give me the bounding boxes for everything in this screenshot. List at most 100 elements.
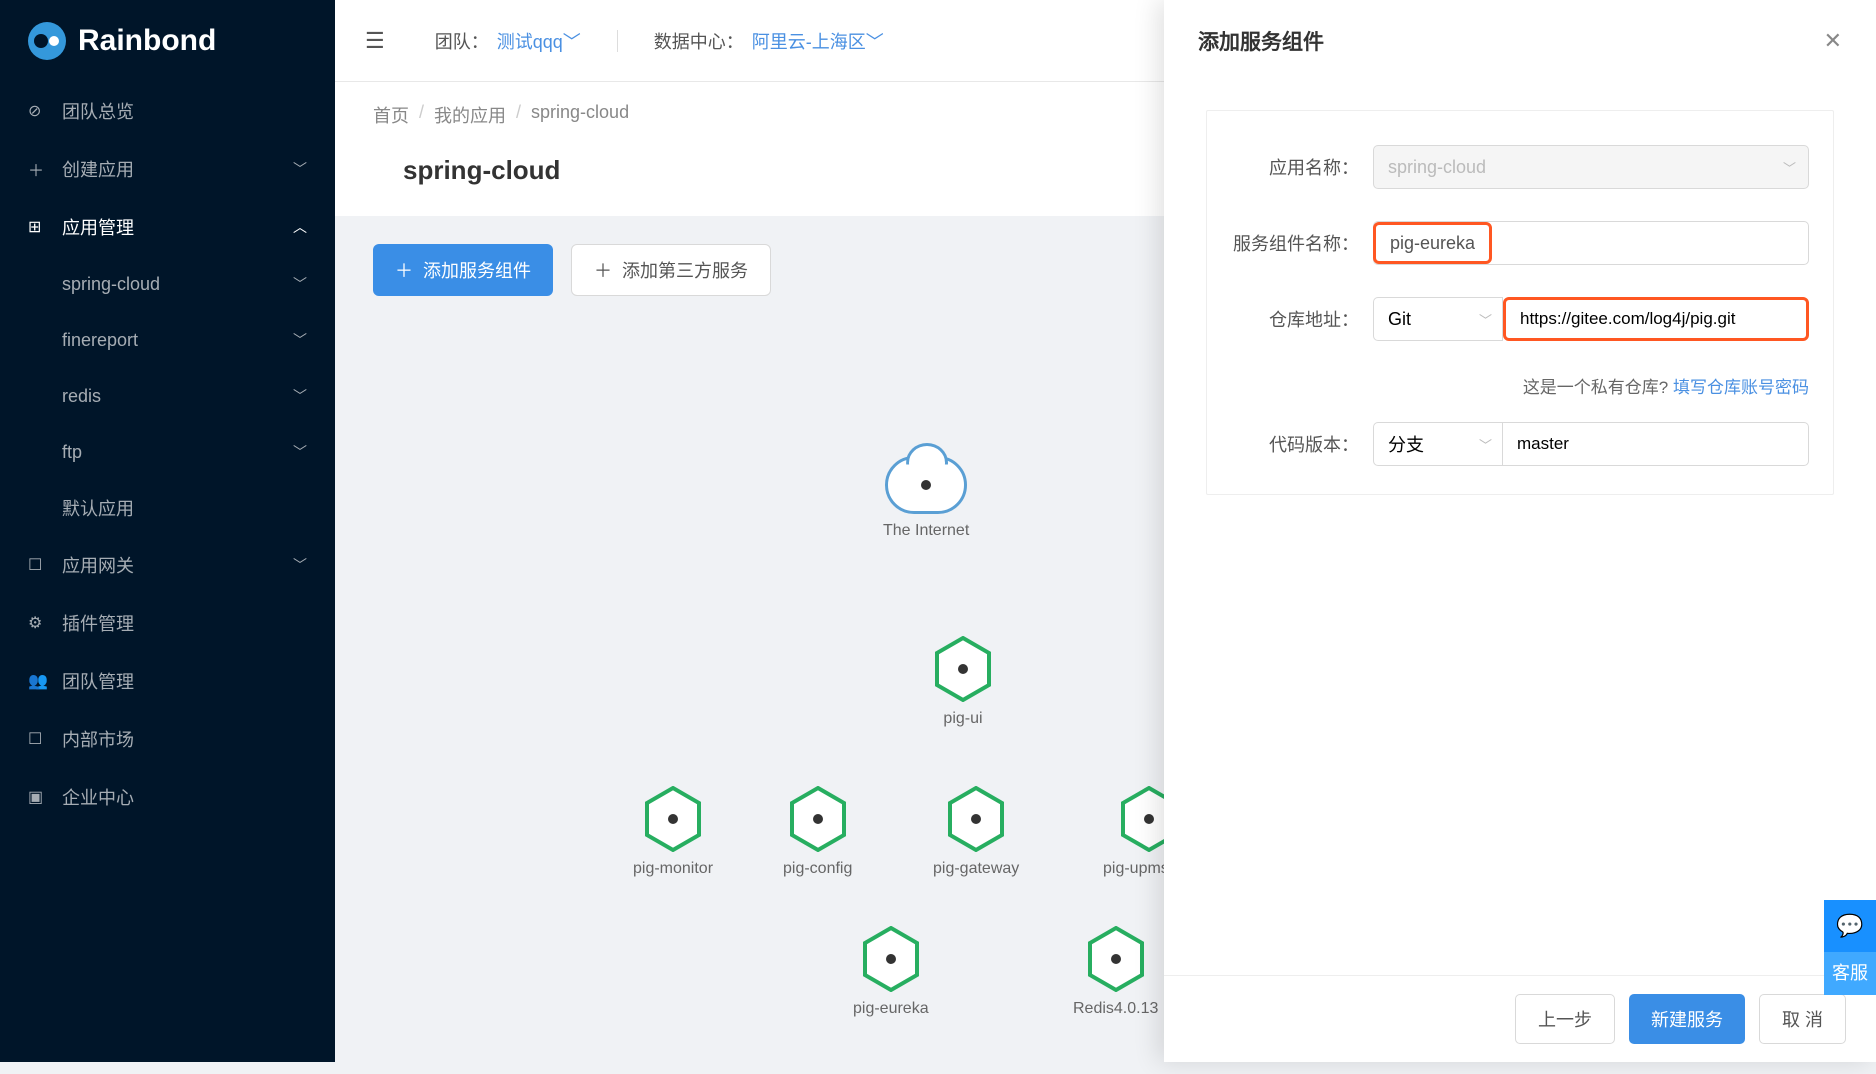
cancel-button[interactable]: 取 消 [1759, 994, 1846, 1044]
sidebar-item-team[interactable]: 👥 团队管理 [0, 652, 335, 710]
breadcrumb-sep: / [516, 102, 521, 128]
app-name-select[interactable]: spring-cloud ﹀ [1373, 145, 1809, 189]
dc-value: 阿里云-上海区﹀ [752, 28, 884, 54]
repo-url-input[interactable]: https://gitee.com/log4j/pig.git [1503, 297, 1809, 341]
plus-icon: ＋ [594, 257, 612, 283]
sidebar-item-gateway[interactable]: ☐ 应用网关 ﹀ [0, 536, 335, 594]
page-title: spring-cloud [403, 155, 560, 186]
chevron-down-icon: ﹀ [293, 274, 307, 294]
repo-label: 仓库地址： [1231, 306, 1359, 332]
support-widget: 💬 客服 [1824, 900, 1876, 995]
sidebar-item-label: 内部市场 [62, 726, 307, 752]
sidebar-item-label: 创建应用 [62, 156, 293, 182]
chevron-down-icon: ﹀ [293, 330, 307, 350]
hexagon-icon [788, 786, 848, 852]
node-label: pig-monitor [633, 860, 713, 878]
sidebar-item-create-app[interactable]: ＋ 创建应用 ﹀ [0, 140, 335, 198]
hexagon-icon [1086, 926, 1146, 992]
brand-logo[interactable]: Rainbond [0, 0, 335, 82]
node-label: pig-config [783, 860, 852, 878]
chevron-up-icon: ︿ [293, 217, 307, 237]
version-type-value: 分支 [1388, 431, 1424, 457]
private-repo-hint: 这是一个私有仓库? 填写仓库账号密码 [1231, 373, 1809, 398]
dc-label: 数据中心： [654, 28, 744, 54]
breadcrumb-current: spring-cloud [531, 102, 629, 128]
sidebar-item-overview[interactable]: ⊘ 团队总览 [0, 82, 335, 140]
market-icon: ☐ [28, 729, 48, 749]
sidebar-item-plugin[interactable]: ⚙ 插件管理 [0, 594, 335, 652]
chevron-down-icon: ﹀ [293, 159, 307, 179]
sidebar-item-label: 应用管理 [62, 214, 293, 240]
repo-type-select[interactable]: Git ﹀ [1373, 297, 1503, 341]
chevron-down-icon: ﹀ [1479, 310, 1492, 329]
app-name-label: 应用名称： [1231, 154, 1359, 180]
button-label: 添加第三方服务 [622, 257, 748, 283]
submenu-default[interactable]: 默认应用 [0, 480, 335, 536]
plus-icon: ＋ [28, 157, 48, 181]
create-button[interactable]: 新建服务 [1629, 994, 1745, 1044]
breadcrumb-home[interactable]: 首页 [373, 102, 409, 128]
version-type-select[interactable]: 分支 ﹀ [1373, 422, 1503, 466]
brand-text: Rainbond [78, 24, 216, 58]
button-label: 添加服务组件 [423, 257, 531, 283]
chevron-down-icon: ﹀ [1479, 435, 1492, 454]
support-label[interactable]: 客服 [1824, 952, 1876, 995]
version-value: master [1517, 434, 1569, 454]
node-internet[interactable]: The Internet [883, 456, 969, 540]
close-icon[interactable]: ✕ [1824, 28, 1842, 54]
submenu-redis[interactable]: redis ﹀ [0, 368, 335, 424]
chevron-down-icon: ﹀ [293, 386, 307, 406]
node-redis[interactable]: Redis4.0.13 [1073, 926, 1158, 1018]
cloud-icon [885, 456, 967, 514]
node-pig-config[interactable]: pig-config [783, 786, 852, 878]
service-name-input[interactable]: pig-eureka [1373, 221, 1809, 265]
apps-icon: ⊞ [28, 217, 48, 237]
node-pig-gateway[interactable]: pig-gateway [933, 786, 1019, 878]
node-label: pig-eureka [853, 1000, 929, 1018]
sidebar-item-label: 团队管理 [62, 668, 307, 694]
sidebar-item-app-manage[interactable]: ⊞ 应用管理 ︿ [0, 198, 335, 256]
dashboard-icon: ⊘ [28, 101, 48, 121]
sidebar-item-market[interactable]: ☐ 内部市场 [0, 710, 335, 768]
version-input[interactable]: master [1503, 422, 1809, 466]
submenu-ftp[interactable]: ftp ﹀ [0, 424, 335, 480]
team-icon: 👥 [28, 671, 48, 691]
breadcrumb-apps[interactable]: 我的应用 [434, 102, 506, 128]
sidebar-item-label: 应用网关 [62, 552, 293, 578]
node-label: Redis4.0.13 [1073, 1000, 1158, 1018]
plus-icon: ＋ [395, 257, 413, 283]
prev-button[interactable]: 上一步 [1515, 994, 1615, 1044]
collapse-sidebar-button[interactable]: ☰ [365, 28, 385, 54]
submenu-label: 默认应用 [62, 495, 134, 521]
submenu-label: spring-cloud [62, 274, 160, 295]
hexagon-icon [946, 786, 1006, 852]
brand-icon [28, 22, 66, 60]
submenu-label: finereport [62, 330, 138, 351]
chat-icon: 💬 [1836, 913, 1863, 939]
team-value: 测试qqq﹀ [497, 28, 581, 54]
add-service-button[interactable]: ＋ 添加服务组件 [373, 244, 553, 296]
chat-button[interactable]: 💬 [1824, 900, 1876, 952]
submenu-spring-cloud[interactable]: spring-cloud ﹀ [0, 256, 335, 312]
chevron-down-icon: ﹀ [293, 442, 307, 462]
sidebar-item-label: 企业中心 [62, 784, 307, 810]
datacenter-selector[interactable]: 数据中心： 阿里云-上海区﹀ [654, 28, 884, 54]
repo-url-value: https://gitee.com/log4j/pig.git [1520, 309, 1735, 329]
chevron-down-icon: ﹀ [1783, 158, 1796, 177]
credentials-link[interactable]: 填写仓库账号密码 [1673, 378, 1809, 397]
sidebar-item-label: 团队总览 [62, 98, 307, 124]
chevron-down-icon: ﹀ [293, 555, 307, 575]
sidebar-item-label: 插件管理 [62, 610, 307, 636]
node-pig-monitor[interactable]: pig-monitor [633, 786, 713, 878]
add-thirdparty-button[interactable]: ＋ 添加第三方服务 [571, 244, 771, 296]
enterprise-icon: ▣ [28, 787, 48, 807]
node-label: pig-gateway [933, 860, 1019, 878]
team-label: 团队： [435, 28, 489, 54]
submenu-finereport[interactable]: finereport ﹀ [0, 312, 335, 368]
node-pig-eureka[interactable]: pig-eureka [853, 926, 929, 1018]
hexagon-icon [933, 636, 993, 702]
repo-type-value: Git [1388, 309, 1411, 330]
node-pig-ui[interactable]: pig-ui [933, 636, 993, 728]
team-selector[interactable]: 团队： 测试qqq﹀ [435, 28, 581, 54]
sidebar-item-enterprise[interactable]: ▣ 企业中心 [0, 768, 335, 826]
